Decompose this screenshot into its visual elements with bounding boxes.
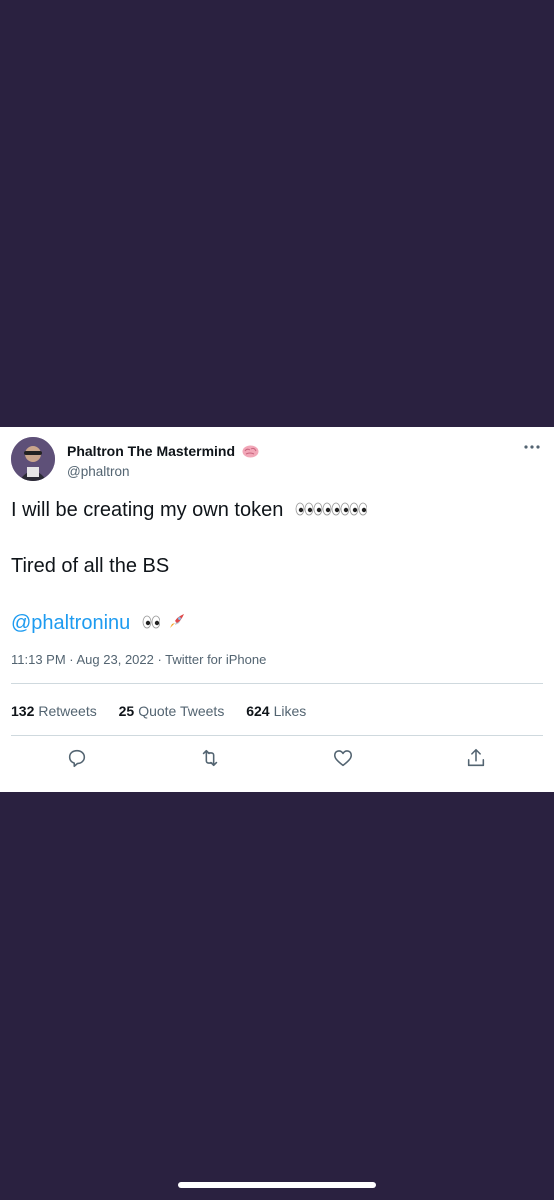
tweet-text-line-3: @phaltroninu: [11, 611, 187, 635]
divider: [11, 683, 543, 684]
tweet-text-line-1: I will be creating my own token: [11, 499, 367, 522]
retweets-label: Retweets: [38, 703, 97, 719]
home-indicator[interactable]: [178, 1182, 376, 1188]
share-icon[interactable]: [465, 747, 487, 769]
retweets-stat[interactable]: 132 Retweets: [11, 703, 97, 719]
action-bar: [0, 747, 554, 773]
eyes-icon: [295, 502, 367, 516]
divider: [11, 735, 543, 736]
reply-icon[interactable]: [66, 747, 88, 769]
display-name[interactable]: Phaltron The Mastermind: [67, 443, 259, 459]
quote-tweets-count: 25: [118, 703, 135, 719]
likes-stat[interactable]: 624 Likes: [246, 703, 306, 719]
rocket-icon: [170, 614, 185, 628]
quote-tweets-label: Quote Tweets: [138, 703, 225, 719]
like-icon[interactable]: [332, 747, 354, 769]
display-name-text[interactable]: Phaltron The Mastermind: [67, 443, 235, 459]
tweet-stats: 132 Retweets 25 Quote Tweets 624 Likes: [11, 703, 324, 719]
retweets-count: 132: [11, 703, 35, 719]
tweet-card: Phaltron The Mastermind @phaltron I will…: [0, 427, 554, 792]
brain-icon: [242, 445, 259, 458]
mention-link[interactable]: @phaltroninu: [11, 612, 130, 634]
more-options-icon[interactable]: [522, 441, 542, 453]
handle[interactable]: @phaltron: [67, 464, 130, 479]
eyes-icon: [142, 615, 160, 629]
avatar[interactable]: [11, 437, 55, 481]
tweet-text-1: I will be creating my own token: [11, 499, 284, 521]
tweet-text-line-2: Tired of all the BS: [11, 555, 170, 577]
likes-label: Likes: [273, 703, 307, 719]
likes-count: 624: [246, 703, 270, 719]
tweet-meta[interactable]: 11:13 PM · Aug 23, 2022 · Twitter for iP…: [11, 652, 266, 667]
retweet-icon[interactable]: [199, 747, 221, 769]
quote-tweets-stat[interactable]: 25 Quote Tweets: [119, 703, 225, 719]
